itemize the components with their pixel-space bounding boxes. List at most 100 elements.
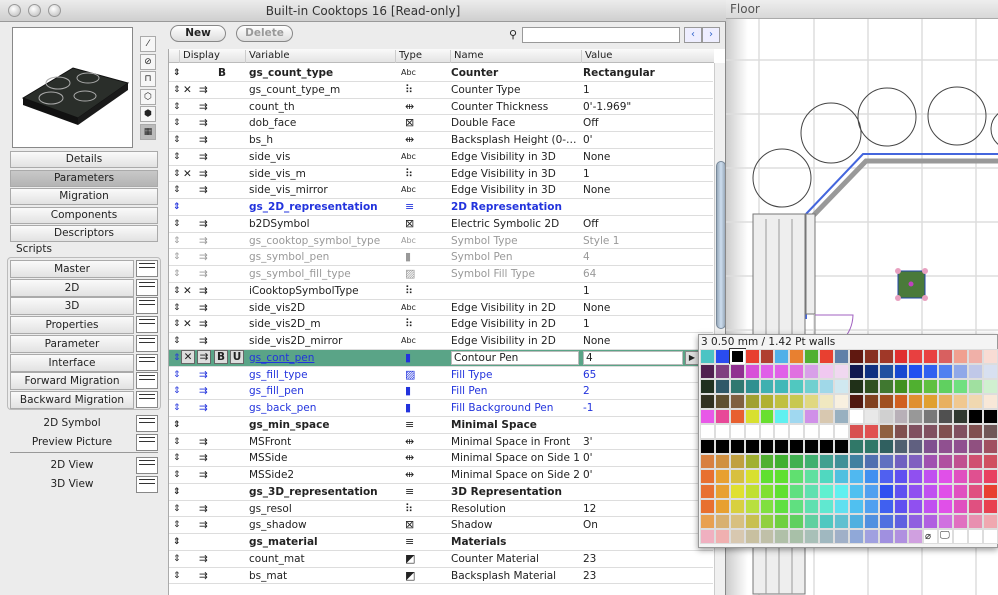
pen-color-swatch[interactable] [759,484,775,499]
pen-color-swatch[interactable] [893,379,909,394]
pen-color-swatch[interactable] [863,499,879,514]
table-row[interactable]: ⇕ ✕ ⇉ side_vis_m ⠷ Edge Visibility in 3D 1 [169,166,713,183]
value-cell[interactable]: 12 [583,501,596,517]
table-row[interactable]: ⇕ ✕ ⇉ gs_count_type_m ⠷ Counter Type 1 [169,82,713,99]
variable-cell[interactable]: gs_fill_type [249,367,308,383]
pen-color-swatch[interactable] [878,469,894,484]
pen-color-swatch[interactable] [700,364,715,379]
variable-cell[interactable]: gs_min_space [249,417,329,433]
pen-color-swatch[interactable] [774,424,790,439]
pen-color-swatch[interactable] [968,484,983,499]
type-length-icon[interactable]: ⇹ [405,99,414,115]
pen-picker-button[interactable]: ▶ [685,350,699,365]
column-header-variable[interactable]: Variable [245,50,290,63]
pen-color-swatch[interactable] [938,349,954,364]
pen-color-swatch[interactable] [953,454,969,469]
pen-color-swatch[interactable] [893,514,909,529]
pen-color-swatch[interactable] [938,484,954,499]
reorder-handle-icon[interactable]: ⇕ [173,517,181,533]
name-cell[interactable]: Counter Thickness [451,99,548,115]
pen-color-swatch[interactable] [953,514,969,529]
table-row[interactable]: ⇕ gs_2D_representation ≡ 2D Representation [169,199,713,216]
pen-color-swatch[interactable] [759,424,775,439]
type-abc-icon[interactable]: Abc [401,233,416,249]
type-pen-icon[interactable]: ▮ [405,383,411,399]
pen-color-swatch[interactable] [953,409,969,424]
reorder-handle-icon[interactable]: ⇕ [173,450,181,466]
pen-color-swatch[interactable] [774,409,790,424]
reorder-handle-icon[interactable]: ⇕ [173,534,181,550]
name-cell[interactable]: Counter Type [451,82,520,98]
pen-color-swatch[interactable] [744,469,760,484]
pen-color-swatch[interactable] [923,349,939,364]
name-cell[interactable]: 2D Representation [451,199,562,215]
pen-color-swatch[interactable] [863,454,879,469]
pen-color-swatch[interactable] [953,469,969,484]
reorder-handle-icon[interactable]: ⇕ [173,568,181,584]
pen-color-swatch[interactable] [878,349,894,364]
pen-color-swatch[interactable] [774,349,790,364]
pen-color-swatch[interactable] [848,514,864,529]
pen-color-swatch[interactable] [759,469,775,484]
3d-wireframe-icon[interactable]: ⬡ [140,88,156,105]
table-row[interactable]: ⇕ ⇉ bs_h ⇹ Backsplash Height (0-… 0' [169,132,713,149]
pen-color-swatch[interactable] [714,484,730,499]
pen-color-swatch[interactable] [819,514,835,529]
name-cell[interactable]: Contour Pen [451,350,579,365]
3d-shaded-icon[interactable]: ⬢ [140,106,156,122]
script-2d-button[interactable]: 2D [10,278,134,297]
child-indent-icon[interactable]: ⇉ [199,333,208,349]
child-indent-icon[interactable]: ⇉ [199,383,208,399]
value-cell[interactable]: None [583,149,610,165]
name-cell[interactable]: Electric Symbolic 2D [451,216,559,232]
type-int-icon[interactable]: ⠷ [405,316,413,332]
name-cell[interactable]: Counter Material [451,551,539,567]
child-indent-icon[interactable]: ⇉ [199,450,208,466]
pen-color-swatch[interactable] [878,409,894,424]
pen-color-swatch[interactable] [938,424,954,439]
pen-color-swatch[interactable] [789,424,805,439]
table-row[interactable]: ⇕ ✕ ⇉ B Ugs_cont_pen ▮ Contour Pen 4 ▶ [169,349,713,367]
pen-color-swatch[interactable] [789,454,805,469]
table-row[interactable]: ⇕ ⇉ side_vis2D_mirror Abc Edge Visibility in… [169,333,713,350]
pen-color-swatch[interactable] [923,379,939,394]
pen-color-swatch[interactable] [863,514,879,529]
hide-toggle-icon[interactable]: ✕ [183,82,192,98]
pen-color-swatch[interactable] [834,454,849,469]
pen-color-swatch[interactable] [700,499,715,514]
type-length-icon[interactable]: ⇹ [405,467,414,483]
child-indent-icon[interactable]: ⇉ [199,501,208,517]
pen-color-swatch[interactable] [953,499,969,514]
value-cell[interactable]: -1 [583,400,593,416]
pen-color-swatch[interactable] [968,379,983,394]
pen-color-swatch[interactable] [714,529,730,544]
pen-color-swatch[interactable] [908,454,924,469]
pen-color-swatch[interactable] [774,394,790,409]
child-indent-icon[interactable]: ⇉ [199,434,208,450]
pen-color-swatch[interactable] [863,409,879,424]
reorder-handle-icon[interactable]: ⇕ [173,99,181,115]
pen-color-swatch[interactable] [714,424,730,439]
name-cell[interactable]: Minimal Space on Side 1 [451,450,580,466]
pen-color-swatch[interactable] [804,469,820,484]
pen-color-swatch[interactable] [938,364,954,379]
child-indent-icon[interactable]: ⇉ [199,166,208,182]
name-cell[interactable]: Edge Visibility in 2D [451,316,556,332]
table-row[interactable]: ⇕ ⇉ gs_fill_type ▨ Fill Type 65 [169,367,713,384]
pen-color-swatch[interactable] [759,379,775,394]
pen-color-swatch[interactable] [714,394,730,409]
window-icon[interactable] [136,433,158,451]
pen-color-swatch[interactable] [774,484,790,499]
table-row[interactable]: ⇕ ⇉ gs_shadow ⊠ Shadow On [169,517,713,534]
type-title-icon[interactable]: ≡ [405,199,414,215]
pen-color-swatch[interactable] [819,469,835,484]
value-cell[interactable]: 65 [583,367,596,383]
name-cell[interactable]: Minimal Space in Front [451,434,570,450]
hide-toggle-icon[interactable]: ✕ [183,316,192,332]
pen-color-swatch[interactable] [834,379,849,394]
pen-color-swatch[interactable] [982,394,998,409]
child-indent-icon[interactable]: ⇉ [199,568,208,584]
window-icon[interactable] [136,475,158,493]
pen-color-swatch[interactable] [953,364,969,379]
pen-color-swatch[interactable] [863,424,879,439]
